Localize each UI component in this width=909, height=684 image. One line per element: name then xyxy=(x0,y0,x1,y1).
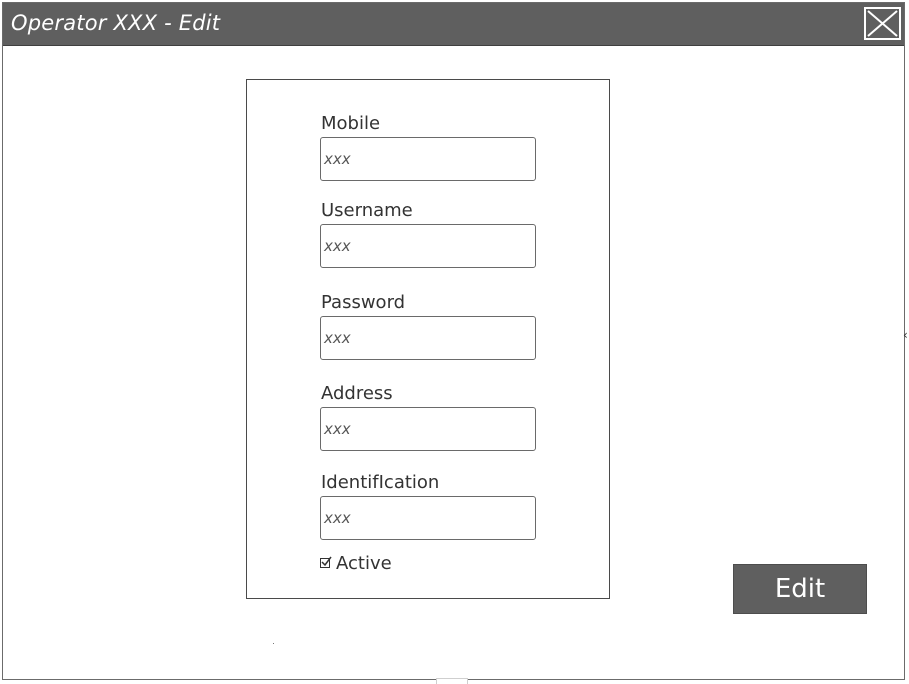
password-input[interactable]: xxx xyxy=(320,316,536,360)
active-checkbox-row[interactable]: Active xyxy=(320,552,392,574)
title-bar: Operator XXX - Edit xyxy=(3,3,904,46)
password-label: Password xyxy=(321,292,406,313)
identification-input[interactable]: xxx xyxy=(320,496,536,540)
mobile-label: Mobile xyxy=(321,113,381,134)
operator-form-panel: Mobile xxx Username xxx Password xxx Add… xyxy=(246,79,610,599)
close-icon xyxy=(867,10,898,37)
identification-label: IdentifIcation xyxy=(321,472,440,493)
dialog-title: Operator XXX - Edit xyxy=(11,11,221,35)
address-input[interactable]: xxx xyxy=(320,407,536,451)
username-label: Username xyxy=(321,200,413,221)
mobile-input[interactable]: xxx xyxy=(320,137,536,181)
edit-button[interactable]: Edit xyxy=(733,564,867,614)
bottom-resize-handle[interactable] xyxy=(436,678,468,684)
active-label: Active xyxy=(336,552,392,574)
username-input[interactable]: xxx xyxy=(320,224,536,268)
address-label: Address xyxy=(321,383,393,404)
right-resize-handle[interactable]: ‹ xyxy=(903,328,909,356)
stray-dot xyxy=(273,643,274,644)
active-checkbox[interactable] xyxy=(320,556,332,568)
checkmark-icon xyxy=(321,556,332,567)
close-button[interactable] xyxy=(864,7,901,40)
